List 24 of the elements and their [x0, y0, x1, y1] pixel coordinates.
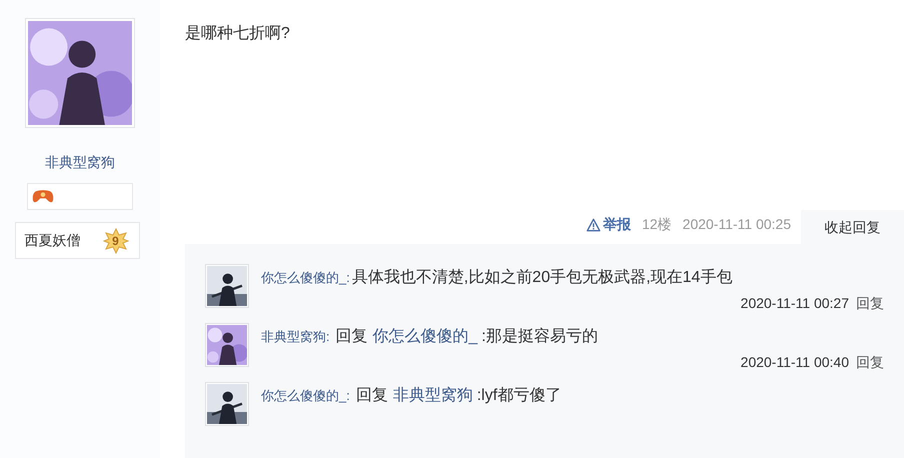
reply-link[interactable]: 回复 [856, 352, 884, 373]
reply-username[interactable]: 非典型窝狗: [261, 327, 330, 346]
reply-text: 具体我也不清楚,比如之前20手包无极武器,现在14手包 [352, 268, 732, 288]
post-time: 2020-11-11 00:25 [682, 215, 791, 234]
mention-link[interactable]: 非典型窝狗 [392, 384, 473, 408]
post-content: 是哪种七折啊? [185, 24, 291, 44]
reply-text: :lyf都亏傻了 [476, 386, 562, 406]
report-link[interactable]: 举报 [586, 214, 631, 235]
collapse-replies-tab[interactable]: 收起回复 [801, 210, 904, 244]
floor-number: 12楼 [642, 215, 672, 234]
username-link[interactable]: 非典型窝狗 [45, 152, 115, 173]
reply-time: 2020-11-11 00:27 [740, 294, 849, 313]
member-title: 西夏妖僧 [24, 231, 80, 250]
reply-prefix: 回复 [356, 386, 388, 406]
reply-time: 2020-11-11 00:40 [740, 353, 849, 372]
reply-username[interactable]: 你怎么傻傻的_: [261, 268, 350, 288]
reply-text: :那是挺容易亏的 [482, 326, 598, 347]
gamepad-icon [32, 189, 54, 204]
reply-prefix: 回复 [336, 327, 368, 347]
level-badge: 9 [102, 228, 128, 254]
reply-username[interactable]: 你怎么傻傻的_: [261, 386, 350, 406]
warning-icon [586, 218, 601, 232]
reply-link[interactable]: 回复 [856, 293, 884, 314]
mention-link[interactable]: 你怎么傻傻的_ [372, 325, 478, 349]
